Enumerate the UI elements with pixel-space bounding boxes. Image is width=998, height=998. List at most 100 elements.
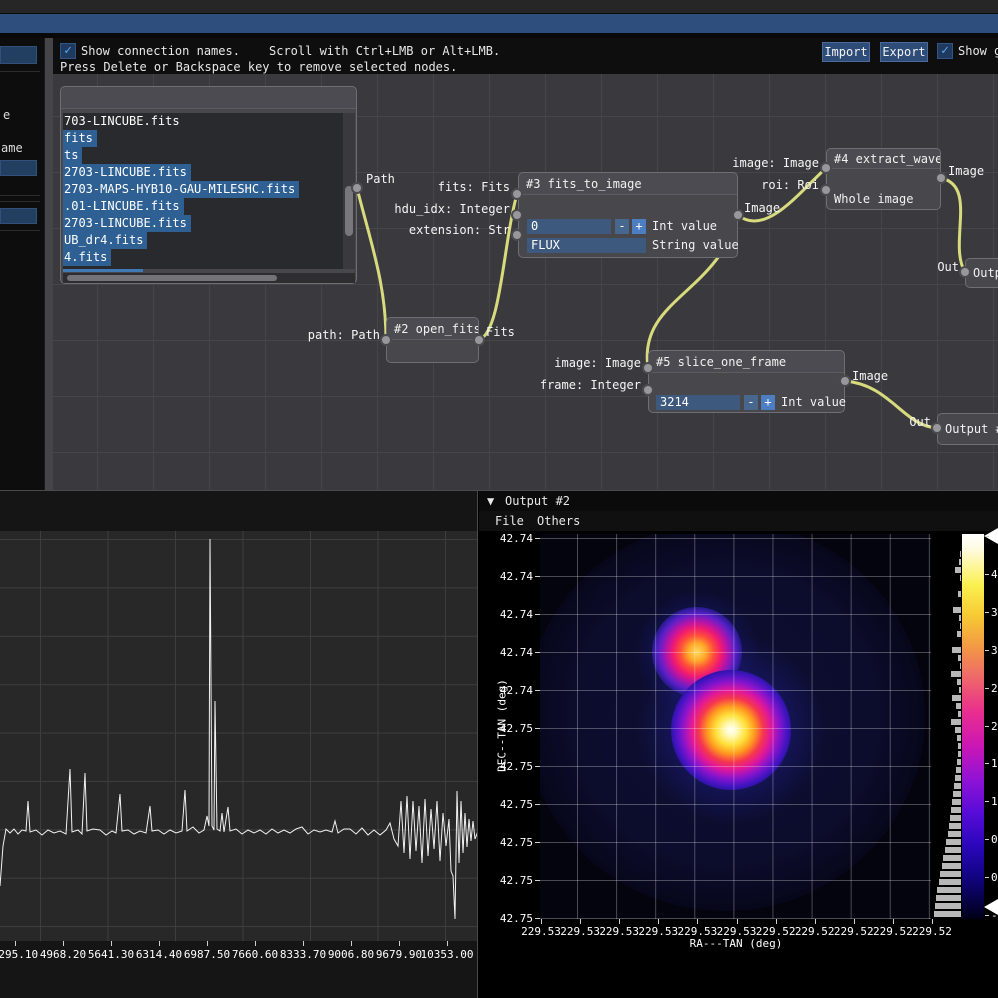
colorbar-tick-label: 0. [991,871,998,884]
port-extractwave-image-out[interactable] [935,172,947,184]
port-extractwave-image-in[interactable] [820,162,832,174]
file-list-item[interactable]: fits [63,130,97,147]
histogram-bar [960,551,961,557]
tick-mark [985,763,989,764]
histogram-bar [956,703,961,709]
colorbar-tick-label: -0 [991,909,998,922]
file-list[interactable]: 703-LINCUBE.fitsfitsts2703-LINCUBE.fits2… [63,113,351,269]
menu-others[interactable]: Others [537,511,580,531]
port-label-image-out: Image [852,369,888,383]
port-openfits-path-in[interactable] [380,334,392,346]
histogram-bar [952,799,961,805]
port-openfits-fits-out[interactable] [473,334,485,346]
whole-image-option[interactable]: Whole image [834,192,913,207]
histogram-bar [954,783,961,789]
tick-mark [63,941,64,946]
node-title[interactable]: #5 slice_one_frame [649,351,844,373]
image-y-tick-label: 42.74 [487,608,533,621]
file-list-item[interactable]: .01-LINCUBE.fits [63,198,184,215]
output2-header[interactable]: ▼ Output #2 [479,491,998,511]
port-output1-in[interactable] [959,266,971,278]
port-fitstoimage-hdu-in[interactable] [511,209,523,221]
frame-input[interactable]: 3214 [656,395,740,410]
histogram-bar [960,663,961,669]
histogram-bar [942,863,961,869]
node-title[interactable]: #2 open_fits [387,318,478,340]
node-title[interactable]: Output #2 [938,414,998,444]
node-title[interactable] [61,87,356,109]
file-list-vscrollbar-handle[interactable] [345,186,353,236]
tick-mark [985,574,989,575]
tick-mark [985,801,989,802]
histogram-bar [956,767,961,773]
histogram-bar [951,671,961,677]
node-open-fits[interactable]: #2 open_fits [386,317,479,363]
file-list-item[interactable]: 2703-MAPS-HYB10-GAU-MILESHC.fits [63,181,299,198]
increment-button[interactable]: + [632,219,646,234]
port-extractwave-roi-in[interactable] [820,184,832,196]
tick-mark [737,919,738,924]
node-extract-wave[interactable]: #4 extract_wave Whole image [826,148,941,210]
export-button[interactable]: Export [880,42,928,62]
node-title[interactable]: #4 extract_wave [827,149,940,169]
image-y-tick-label: 42.74 [487,646,533,659]
divider [0,230,40,231]
tick-mark [985,536,989,537]
tick-mark [697,919,698,924]
port-output2-in[interactable] [931,422,943,434]
decrement-button[interactable]: - [744,395,758,410]
port-slice-image-out[interactable] [839,375,851,387]
tick-mark [111,941,112,946]
file-list-item[interactable]: ts [63,147,82,164]
histogram-bar [951,719,961,725]
sidebar-button[interactable] [0,160,37,176]
spectrum-plot[interactable] [0,531,478,941]
decrement-button[interactable]: - [615,219,629,234]
sidebar-scrollbar[interactable] [44,38,53,490]
sidebar-button[interactable] [0,46,37,64]
histogram-bar [957,679,961,685]
colorbar[interactable] [962,534,984,919]
file-list-hscrollbar-handle[interactable] [67,275,277,281]
wire-extractwave-to-output1[interactable] [941,178,965,272]
port-slice-frame-in[interactable] [642,384,654,396]
histogram-bar [955,727,961,733]
sidebar-button[interactable] [0,208,37,224]
import-button[interactable]: Import [822,42,870,62]
node-output-2[interactable]: Output #2 [937,413,998,445]
colorbar-tick-label: 2. [991,720,998,733]
window-title-bar[interactable] [0,14,998,33]
check-icon: ✓ [64,43,72,58]
port-fitstoimage-image-out[interactable] [732,209,744,221]
histogram-bar [955,567,961,573]
tick-mark [815,919,816,924]
node-editor-header: ✓ Show connection names. Scroll with Ctr… [53,38,998,74]
port-fitstoimage-ext-in[interactable] [511,229,523,241]
image-y-tick-label: 42.74 [487,532,533,545]
node-canvas[interactable]: 703-LINCUBE.fitsfitsts2703-LINCUBE.fits2… [53,74,998,490]
tick-mark [159,941,160,946]
file-list-item[interactable]: 2703-LINCUBE.fits [63,164,191,181]
hdu-idx-input[interactable]: 0 [527,219,611,234]
histogram-bar [945,847,961,853]
node-file-list[interactable]: 703-LINCUBE.fitsfitsts2703-LINCUBE.fits2… [60,86,357,284]
extension-input[interactable]: FLUX [527,238,646,253]
top-strip [0,0,998,14]
file-list-item[interactable]: 703-LINCUBE.fits [63,113,351,130]
show-grid-checkbox[interactable]: ✓ [937,43,953,59]
collapse-triangle-icon[interactable]: ▼ [487,491,494,511]
int-value-label: Int value [781,395,846,410]
file-list-item[interactable]: 2703-LINCUBE.fits [63,215,191,232]
image-plot[interactable] [540,534,931,919]
show-connection-names-label: Show connection names. [81,44,240,58]
node-slice-one-frame[interactable]: #5 slice_one_frame 3214 - + Int value [648,350,845,413]
port-fitstoimage-fits-in[interactable] [511,188,523,200]
output2-menubar: File Others [479,511,998,531]
file-list-item[interactable]: UB_dr4.fits [63,232,147,249]
port-label-image-in: image: Image [669,156,819,170]
menu-file[interactable]: File [495,511,524,531]
file-list-item[interactable]: 4.fits [63,249,111,266]
increment-button[interactable]: + [761,395,775,410]
show-connection-names-checkbox[interactable]: ✓ [60,43,76,59]
port-slice-image-in[interactable] [642,362,654,374]
